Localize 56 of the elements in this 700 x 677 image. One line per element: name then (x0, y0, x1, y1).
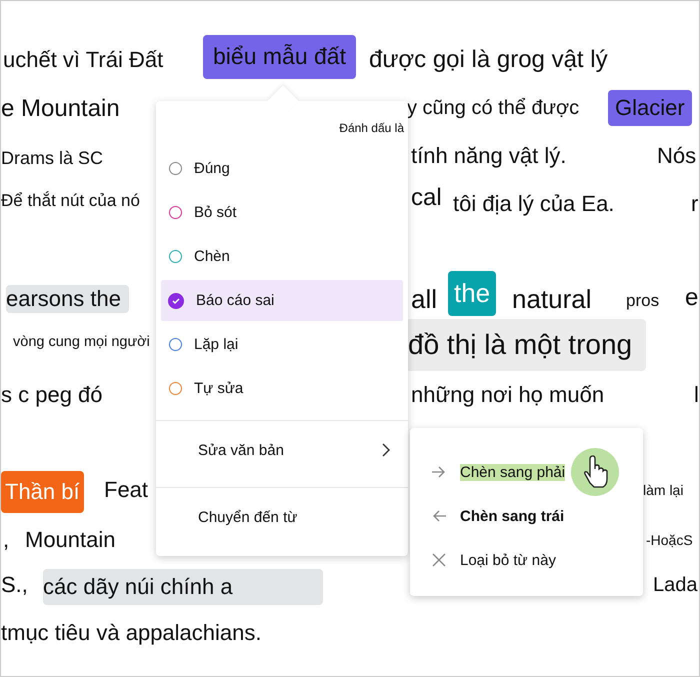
menu-header: Đánh dấu là (339, 121, 404, 135)
passage-text: , (3, 527, 10, 554)
highlighted-word[interactable]: biểu mẫu đất (203, 35, 356, 79)
passage-text: all (411, 284, 438, 316)
passage-text: pros (626, 291, 660, 312)
passage-text: Lada (653, 573, 698, 597)
radio-icon[interactable] (169, 382, 182, 395)
passage-text: y cũng có thể được (407, 96, 580, 120)
menu-option[interactable]: Báo cáo sai (161, 280, 403, 321)
passage-text: Để thắt nút của nó (1, 191, 140, 212)
menu-item[interactable]: Chuyển đến từ (156, 488, 408, 546)
passage-text: Mountain (25, 527, 116, 554)
highlighted-word[interactable]: các dãy núi chính a (43, 569, 323, 606)
passage-text: s c peg đó (1, 382, 103, 408)
highlighted-word[interactable]: earsons the (6, 285, 129, 314)
submenu-label[interactable]: Chèn sang phải (460, 464, 566, 480)
menu-item[interactable]: Sửa văn bản (156, 421, 408, 479)
menu-option[interactable]: Chèn (161, 236, 403, 277)
close-icon (430, 552, 448, 568)
passage-text: làm lại (643, 482, 684, 499)
passage-text: Mountain (21, 95, 120, 124)
passage-text: những nơi họ muốn (411, 382, 604, 408)
passage-text: tính năng vật lý. (411, 143, 566, 170)
passage-text: S., (1, 572, 28, 598)
submenu-label[interactable]: Loại bỏ từ này (460, 552, 556, 568)
passage-text: r (691, 191, 698, 218)
radio-icon[interactable] (169, 338, 182, 351)
submenu-item[interactable]: Loại bỏ từ này (410, 538, 643, 582)
passage-text: e (1, 95, 14, 124)
hand-cursor-icon (570, 447, 620, 497)
passage-text: Nós (657, 143, 696, 170)
menu-option[interactable]: Bỏ sót (161, 192, 403, 233)
passage-text: -HoặcS (646, 532, 693, 549)
highlighted-word[interactable]: đồ thị là một trong (406, 319, 646, 371)
passage-text: tôi địa lý của Ea. (453, 191, 614, 218)
passage-text: tmục tiêu và appalachians. (1, 620, 262, 646)
highlighted-word[interactable]: Glacier (608, 90, 692, 126)
passage-text: Drams là SC (1, 148, 104, 170)
passage-text: được gọi là grog vật lý (369, 46, 608, 75)
radio-icon[interactable] (169, 162, 182, 175)
submenu-item[interactable]: Chèn sang phải (410, 450, 643, 494)
menu-option[interactable]: Lặp lại (161, 324, 403, 365)
menu-option[interactable]: Đúng (161, 148, 403, 189)
passage-text: cal (411, 184, 442, 213)
passage-text: e (685, 284, 698, 313)
submenu-label[interactable]: Chèn sang trái (460, 508, 564, 524)
menu-option[interactable]: Tự sửa (161, 368, 403, 409)
passage-text: Feat (104, 477, 148, 504)
passage-text: l (694, 382, 699, 408)
submenu-item[interactable]: Chèn sang trái (410, 494, 643, 538)
radio-icon[interactable] (169, 206, 182, 219)
passage-text: natural (512, 284, 592, 316)
radio-icon[interactable] (169, 250, 182, 263)
passage-text: vòng cung mọi người (13, 334, 150, 352)
passage-text: uchết vì Trái Đất (3, 47, 164, 74)
checked-radio-icon[interactable] (168, 292, 184, 308)
